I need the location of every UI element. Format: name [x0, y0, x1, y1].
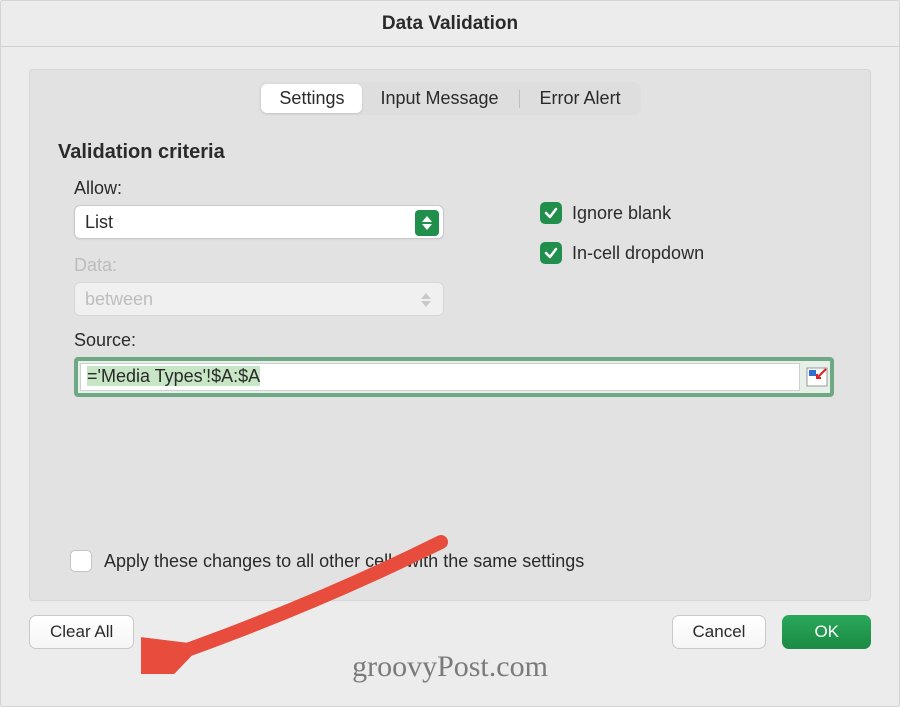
apply-all-checkbox[interactable]: Apply these changes to all other cells w…	[70, 550, 584, 572]
ignore-blank-checkbox[interactable]: Ignore blank	[540, 202, 704, 224]
source-input[interactable]: ='Media Types'!$A:$A	[80, 363, 800, 391]
source-input-wrap: ='Media Types'!$A:$A	[74, 357, 834, 397]
in-cell-dropdown-checkbox[interactable]: In-cell dropdown	[540, 242, 704, 264]
apply-all-label: Apply these changes to all other cells w…	[104, 551, 584, 572]
allow-label: Allow:	[74, 178, 432, 199]
tab-error-alert[interactable]: Error Alert	[522, 84, 639, 113]
ok-button[interactable]: OK	[782, 615, 871, 649]
settings-panel: Settings Input Message Error Alert Valid…	[29, 69, 871, 601]
cancel-button[interactable]: Cancel	[672, 615, 767, 649]
dialog-content: Settings Input Message Error Alert Valid…	[1, 47, 899, 601]
validation-criteria-heading: Validation criteria	[58, 141, 846, 164]
dialog-title: Data Validation	[382, 13, 518, 35]
range-picker-icon[interactable]	[806, 367, 828, 387]
checkbox-checked-icon	[540, 202, 562, 224]
data-select: between	[74, 282, 444, 316]
watermark-text: groovyPost.com	[352, 650, 548, 684]
dialog-titlebar: Data Validation	[1, 1, 899, 47]
clear-all-button[interactable]: Clear All	[29, 615, 134, 649]
dialog-footer: Clear All Cancel OK	[1, 601, 899, 649]
segmented-control: Settings Input Message Error Alert	[259, 82, 640, 115]
ignore-blank-label: Ignore blank	[572, 203, 671, 224]
checkbox-unchecked-icon	[70, 550, 92, 572]
data-label: Data:	[74, 255, 432, 276]
in-cell-dropdown-label: In-cell dropdown	[572, 243, 704, 264]
chevron-up-down-icon	[417, 288, 435, 312]
tab-settings[interactable]: Settings	[261, 84, 362, 113]
allow-stepper-icon[interactable]	[415, 210, 439, 236]
allow-select[interactable]: List	[74, 205, 444, 239]
source-label: Source:	[74, 330, 846, 351]
allow-value: List	[85, 212, 113, 233]
tab-separator	[519, 90, 520, 108]
data-value: between	[85, 289, 153, 310]
source-value: ='Media Types'!$A:$A	[87, 366, 260, 386]
checkbox-checked-icon	[540, 242, 562, 264]
tab-bar: Settings Input Message Error Alert	[54, 68, 846, 125]
tab-input-message[interactable]: Input Message	[362, 84, 516, 113]
data-validation-dialog: Data Validation Settings Input Message E…	[0, 0, 900, 707]
